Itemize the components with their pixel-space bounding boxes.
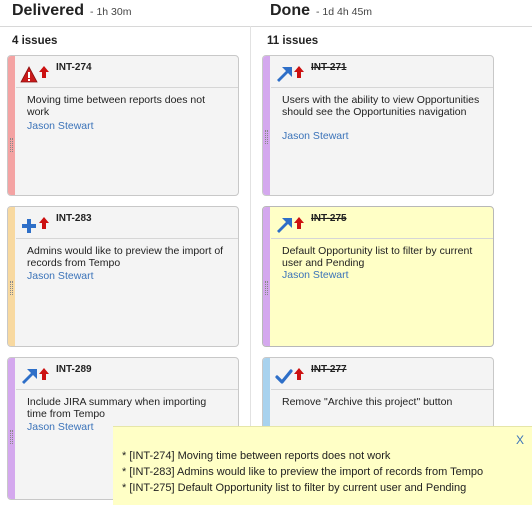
issue-summary: Include JIRA summary when importing time… (27, 396, 207, 420)
drag-handle[interactable] (265, 281, 268, 295)
issue-card-int-274[interactable]: INT-274 Moving time between reports does… (7, 55, 239, 196)
drag-handle[interactable] (10, 138, 13, 152)
priority-arrow-icon (294, 217, 304, 229)
issue-key[interactable]: INT-283 (56, 213, 92, 224)
notification-item: * [INT-283] Admins would like to preview… (122, 466, 484, 478)
issue-summary: Admins would like to preview the import … (27, 245, 224, 269)
card-header (271, 56, 493, 88)
priority-arrow-icon (294, 368, 304, 380)
card-header (16, 207, 238, 239)
card-header (16, 56, 238, 88)
card-color-stripe (8, 358, 15, 499)
card-color-stripe (8, 207, 15, 346)
issue-card-int-283[interactable]: INT-283 Admins would like to preview the… (7, 206, 239, 347)
priority-arrow-icon (39, 217, 49, 229)
header-divider (0, 26, 532, 27)
improvement-arrow-icon (277, 218, 292, 233)
issue-count-done: 11 issues (267, 35, 319, 47)
issue-card-int-271[interactable]: INT-271 Users with the ability to view O… (262, 55, 494, 196)
improvement-arrow-icon (277, 67, 292, 82)
drag-handle[interactable] (265, 130, 268, 144)
issue-key[interactable]: INT-289 (56, 364, 92, 375)
issue-key[interactable]: INT-275 (311, 213, 347, 224)
notification-panel: X * [INT-274] Moving time between report… (113, 426, 532, 505)
card-color-stripe (8, 56, 15, 195)
issue-summary: Remove "Archive this project" button (282, 396, 453, 408)
issue-assignee[interactable]: Jason Stewart (27, 421, 94, 433)
column-duration: - 1h 30m (90, 6, 132, 18)
improvement-arrow-icon (22, 369, 37, 384)
card-header (271, 358, 493, 390)
column-header-delivered: Delivered - 1h 30m (12, 0, 131, 25)
error-triangle-icon (20, 66, 38, 83)
issue-summary: Moving time between reports does not wor… (27, 94, 206, 118)
close-button[interactable]: X (516, 433, 524, 447)
notification-item: * [INT-274] Moving time between reports … (122, 450, 391, 462)
column-title: Delivered (12, 2, 85, 19)
card-color-stripe (263, 207, 270, 346)
rapid-board: Delivered - 1h 30m Done - 1d 4h 45m 4 is… (0, 0, 532, 505)
card-header (16, 358, 238, 390)
plus-icon (22, 219, 36, 233)
issue-assignee[interactable]: Jason Stewart (282, 269, 349, 281)
priority-arrow-icon (39, 368, 49, 380)
priority-arrow-icon (39, 66, 49, 78)
issue-count-delivered: 4 issues (12, 35, 58, 47)
column-duration: - 1d 4h 45m (316, 6, 373, 18)
column-header-done: Done - 1d 4h 45m (270, 0, 372, 25)
issue-assignee[interactable]: Jason Stewart (27, 270, 94, 282)
issue-key[interactable]: INT-271 (311, 62, 347, 73)
issue-card-int-275[interactable]: INT-275 Default Opportunity list to filt… (262, 206, 494, 347)
issue-key[interactable]: INT-277 (311, 364, 347, 375)
drag-handle[interactable] (10, 430, 13, 444)
notification-item: * [INT-275] Default Opportunity list to … (122, 482, 467, 494)
issue-assignee[interactable]: Jason Stewart (27, 120, 94, 132)
issue-summary: Users with the ability to view Opportuni… (282, 94, 480, 118)
checkmark-icon (275, 369, 293, 384)
drag-handle[interactable] (10, 281, 13, 295)
issue-assignee[interactable]: Jason Stewart (282, 130, 349, 142)
card-color-stripe (263, 56, 270, 195)
card-header (271, 207, 493, 239)
issue-key[interactable]: INT-274 (56, 62, 92, 73)
issue-summary: Default Opportunity list to filter by cu… (282, 245, 473, 269)
priority-arrow-icon (294, 66, 304, 78)
column-title: Done (270, 2, 310, 19)
